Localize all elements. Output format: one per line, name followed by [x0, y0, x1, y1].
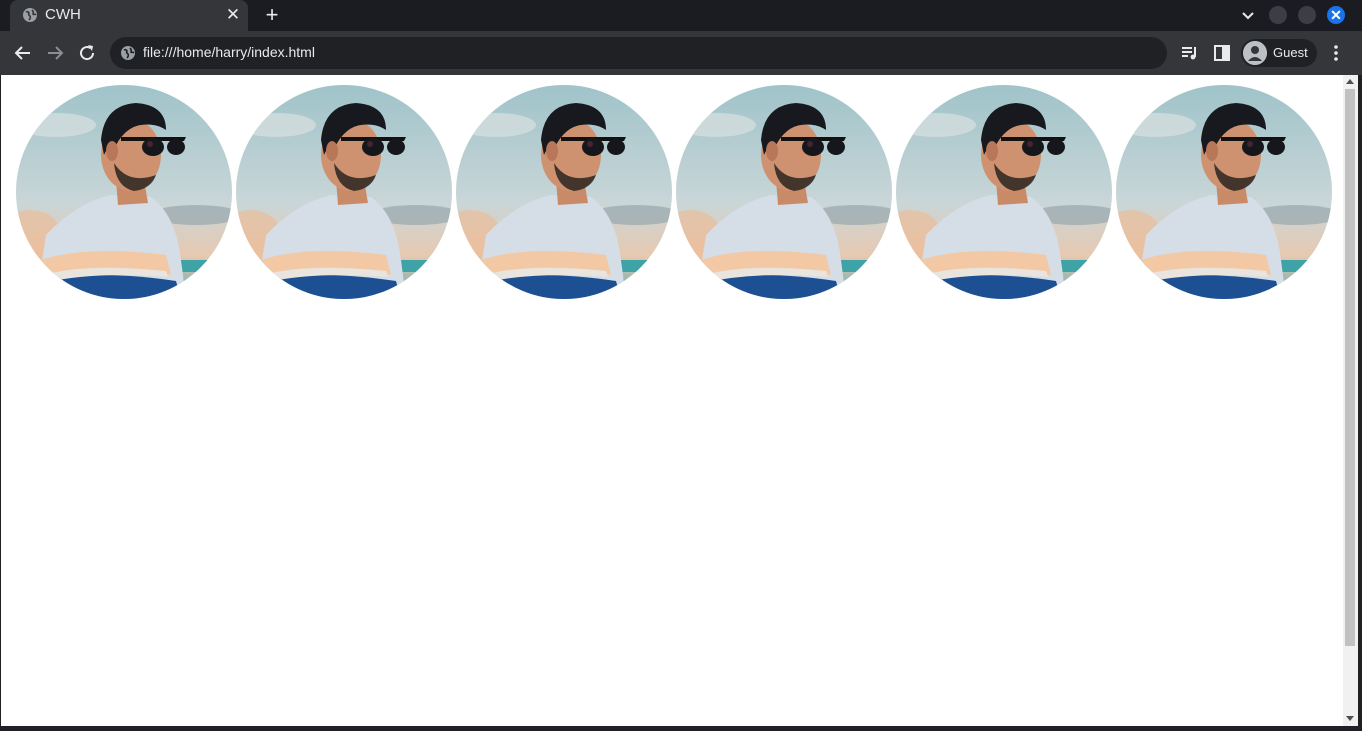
side-panel-icon[interactable] — [1211, 42, 1233, 64]
profile-label: Guest — [1273, 45, 1308, 60]
avatar — [1243, 41, 1267, 65]
profile-photo-1 — [16, 85, 232, 299]
tab-title: CWH — [45, 6, 81, 23]
window-border — [0, 726, 1362, 731]
vertical-scrollbar[interactable] — [1343, 75, 1358, 726]
profile-button[interactable]: Guest — [1241, 39, 1317, 67]
close-window-button[interactable]: ✕ — [1327, 6, 1345, 24]
forward-arrow-icon[interactable] — [44, 42, 66, 64]
kebab-menu-icon[interactable] — [1325, 42, 1347, 64]
browser-toolbar: file:///home/harry/index.html Guest — [0, 31, 1362, 75]
address-url[interactable]: file:///home/harry/index.html — [143, 44, 315, 60]
profile-photo-2 — [236, 85, 452, 299]
new-tab-button[interactable]: + — [261, 4, 283, 26]
scroll-down-arrow-icon[interactable] — [1346, 716, 1354, 721]
profile-photo-6 — [1116, 85, 1332, 299]
browser-tab[interactable]: CWH ✕ — [10, 0, 248, 31]
page-viewport — [1, 75, 1343, 726]
back-arrow-icon[interactable] — [12, 42, 34, 64]
address-bar[interactable]: file:///home/harry/index.html — [110, 37, 1167, 69]
chevron-down-icon[interactable] — [1238, 5, 1258, 25]
reload-icon[interactable] — [76, 42, 98, 64]
maximize-button[interactable] — [1298, 6, 1316, 24]
person-icon — [1243, 41, 1267, 65]
globe-icon — [23, 8, 37, 22]
minimize-button[interactable] — [1269, 6, 1287, 24]
profile-photo-4 — [676, 85, 892, 299]
profile-photo-3 — [456, 85, 672, 299]
scroll-up-arrow-icon[interactable] — [1346, 79, 1354, 84]
globe-icon — [121, 46, 135, 60]
profile-photo-5 — [896, 85, 1112, 299]
media-queue-icon[interactable] — [1179, 42, 1201, 64]
scroll-thumb[interactable] — [1345, 89, 1355, 646]
image-gallery — [16, 85, 1332, 299]
window-border — [1358, 75, 1362, 731]
tab-strip: CWH ✕ + ✕ — [0, 0, 1362, 31]
tab-close-icon[interactable]: ✕ — [224, 6, 242, 24]
